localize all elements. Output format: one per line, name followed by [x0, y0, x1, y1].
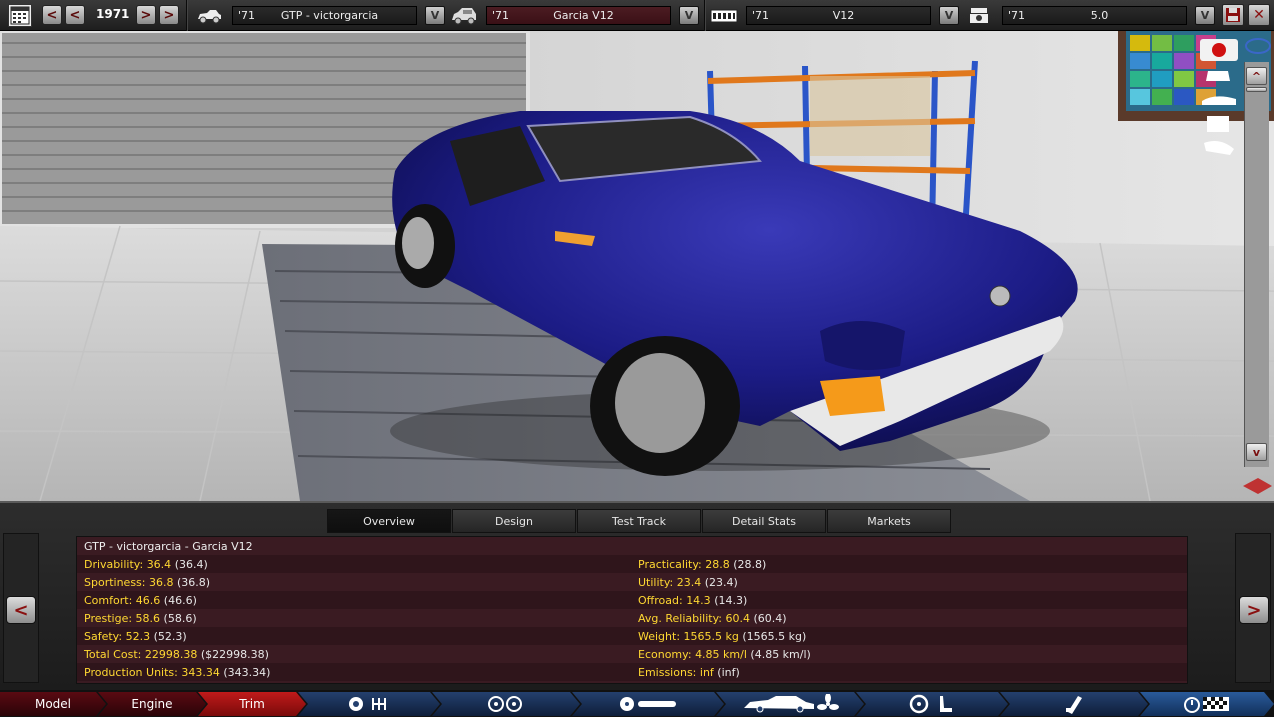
calendar-icon[interactable] [8, 4, 32, 27]
nav-trim[interactable]: Trim [198, 692, 306, 716]
engine-variant-name: 5.0 [1090, 9, 1109, 22]
nav-engine[interactable]: Engine [98, 692, 206, 716]
model-select-name: GTP - victorgarcia [280, 9, 379, 22]
body-fan-icon [740, 694, 840, 714]
stat-prestige: Prestige: 58.6 (58.6) [84, 612, 197, 625]
tab-overview[interactable]: Overview [327, 509, 451, 533]
engine-variant-year: '71 [1008, 9, 1026, 22]
tab-design[interactable]: Design [452, 509, 576, 533]
toolbar-divider [704, 0, 706, 31]
overview-stats: GTP - victorgarcia - Garcia V12 Drivabil… [76, 536, 1188, 684]
model-select[interactable]: '71 GTP - victorgarcia [232, 6, 417, 25]
engine-family-dropdown-button[interactable]: V [939, 6, 959, 25]
toolbar-divider [186, 0, 188, 31]
engine-family-year: '71 [752, 9, 770, 22]
stat-avg-reliability: Avg. Reliability: 60.4 (60.4) [638, 612, 787, 625]
engine-variant-select[interactable]: '71 5.0 [1002, 6, 1187, 25]
design-step-nav: Model Engine Trim [0, 690, 1274, 717]
tab-detail-stats[interactable]: Detail Stats [702, 509, 826, 533]
year-prev-button[interactable]: < [65, 5, 85, 25]
trim-select-name: Garcia V12 [553, 9, 614, 22]
model-select-year: '71 [238, 9, 256, 22]
trim-select[interactable]: '71 Garcia V12 [486, 6, 671, 25]
nav-brakes[interactable] [572, 692, 724, 716]
engine-block-icon [710, 8, 738, 24]
save-icon[interactable] [1222, 4, 1244, 26]
stat-utility: Utility: 23.4 (23.4) [638, 576, 738, 589]
fixtures-icon [1062, 694, 1086, 714]
garage-scene [0, 31, 1274, 501]
engine-family-select[interactable]: '71 V12 [746, 6, 931, 25]
stat-emissions: Emissions: inf (inf) [638, 666, 740, 679]
stat-offroad: Offroad: 14.3 (14.3) [638, 594, 748, 607]
nav-body-aero[interactable] [716, 692, 864, 716]
engine-variant-icon [968, 6, 990, 26]
nav-gearbox[interactable] [298, 692, 440, 716]
trim-icon [450, 6, 478, 26]
stat-production-units: Production Units: 343.34 (343.34) [84, 666, 271, 679]
engine-family-name: V12 [832, 9, 855, 22]
nav-model[interactable]: Model [0, 692, 106, 716]
year-display: 1971 [96, 7, 130, 21]
model-dropdown-button[interactable]: V [425, 6, 445, 25]
nav-wheels[interactable] [432, 692, 580, 716]
stats-title: GTP - victorgarcia - Garcia V12 [84, 540, 253, 553]
trim-select-year: '71 [492, 9, 510, 22]
year-next-button[interactable]: > [136, 5, 156, 25]
stat-economy: Economy: 4.85 km/l (4.85 km/l) [638, 648, 811, 661]
car-model-icon [196, 8, 222, 24]
year-prev-fast-button[interactable]: < [42, 5, 62, 25]
gearbox-icon [347, 695, 391, 713]
view-scroll-thumb[interactable] [1246, 87, 1267, 92]
stat-safety: Safety: 52.3 (52.3) [84, 630, 187, 643]
year-next-fast-button[interactable]: > [159, 5, 179, 25]
view-scroll-down-button[interactable]: v [1246, 443, 1267, 461]
stopwatch-flag-icon [1183, 694, 1231, 714]
nav-interior[interactable] [856, 692, 1008, 716]
wheels-icon [486, 695, 526, 713]
view-scroll-rail[interactable] [1244, 62, 1269, 467]
stat-comfort: Comfort: 46.6 (46.6) [84, 594, 197, 607]
stat-total-cost: Total Cost: 22998.38 ($22998.38) [84, 648, 269, 661]
nav-testing[interactable] [1140, 692, 1274, 716]
tab-markets[interactable]: Markets [827, 509, 951, 533]
trim-dropdown-button[interactable]: V [679, 6, 699, 25]
car-3d-viewport[interactable]: ^ v [0, 31, 1274, 501]
stat-practicality: Practicality: 28.8 (28.8) [638, 558, 767, 571]
stat-sportiness: Sportiness: 36.8 (36.8) [84, 576, 211, 589]
close-icon[interactable]: ✕ [1248, 4, 1270, 26]
screenshot-camera-icon[interactable] [1200, 39, 1238, 61]
panel-next-button[interactable]: > [1239, 596, 1269, 624]
nav-fixtures[interactable] [1000, 692, 1148, 716]
stat-weight: Weight: 1565.5 kg (1565.5 kg) [638, 630, 807, 643]
top-toolbar: < < 1971 > > '71 GTP - victorgarcia V '7… [0, 0, 1274, 31]
stat-drivability: Drivability: 36.4 (36.4) [84, 558, 208, 571]
eye-icon[interactable] [1246, 39, 1270, 55]
engine-variant-dropdown-button[interactable]: V [1195, 6, 1215, 25]
panel-tabs: Overview Design Test Track Detail Stats … [327, 509, 952, 533]
brakes-suspension-icon [618, 695, 678, 713]
panel-prev-button[interactable]: < [6, 596, 36, 624]
tab-test-track[interactable]: Test Track [577, 509, 701, 533]
view-scroll-up-button[interactable]: ^ [1246, 67, 1267, 85]
info-panel: Overview Design Test Track Detail Stats … [0, 501, 1274, 690]
steering-seat-icon [908, 694, 956, 714]
app-window: < < 1971 > > '71 GTP - victorgarcia V '7… [0, 0, 1274, 717]
